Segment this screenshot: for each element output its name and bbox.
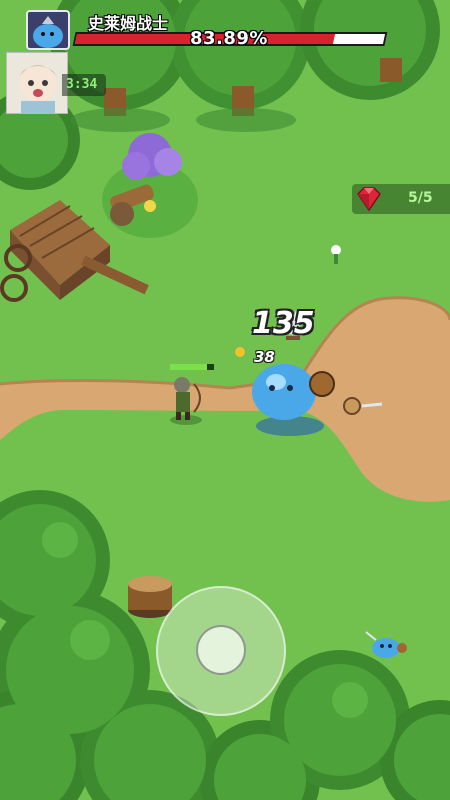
slime-warrior-icon xyxy=(26,10,70,50)
boss-hp-bar: 史莱姆战士 83.89% xyxy=(26,10,390,52)
gem-counter: 5/5 xyxy=(352,184,450,214)
boss-name: 史莱姆战士 xyxy=(88,14,169,33)
joystick-knob[interactable] xyxy=(196,625,246,675)
damage-number-big: 135 xyxy=(252,306,315,341)
damage-number-small: 38 xyxy=(254,348,275,366)
player-avatar-icon[interactable] xyxy=(6,52,68,114)
game-timer: 3:34 xyxy=(66,77,98,92)
tree-stump xyxy=(128,576,172,618)
red-gem-icon xyxy=(357,187,381,212)
boss-hp-percent: 83.89% xyxy=(190,28,268,49)
gem-count: 5/5 xyxy=(408,190,433,206)
